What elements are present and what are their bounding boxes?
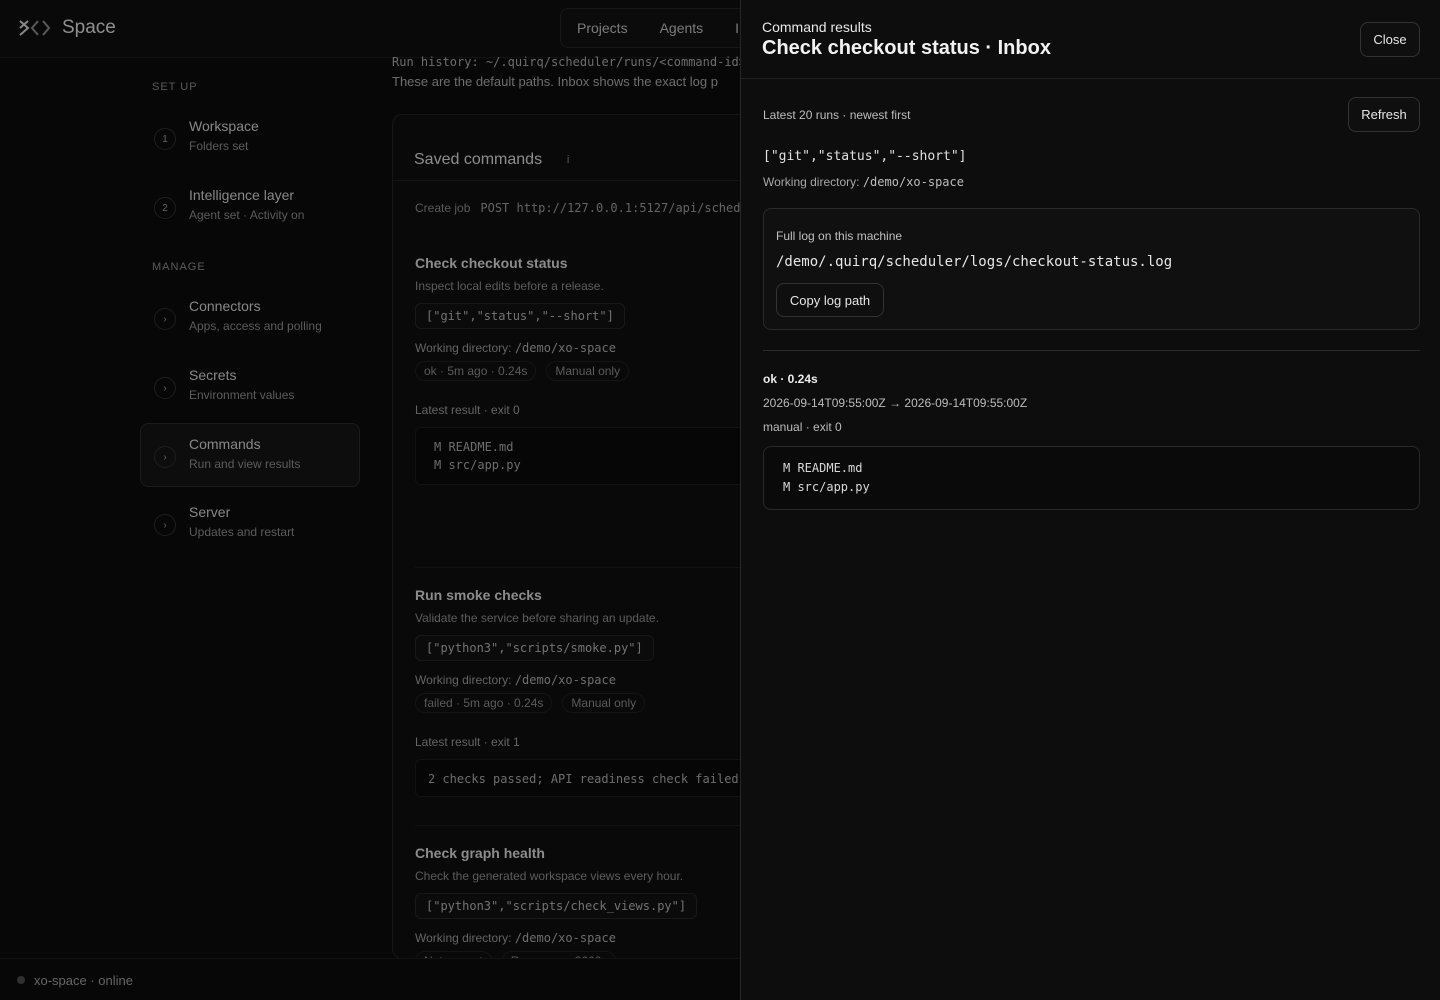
working-directory: Working directory: /demo/xo-space (415, 341, 795, 355)
copy-log-path-button[interactable]: Copy log path (776, 283, 884, 317)
status-chip: failed · 5m ago · 0.24s (415, 693, 553, 713)
status-dot-icon (17, 976, 25, 984)
sidebar-item-intelligence[interactable]: 2 Intelligence layer Agent set · Activit… (140, 174, 360, 238)
command-title: Check graph health (415, 845, 545, 861)
section-label-setup: SET UP (152, 81, 198, 93)
log-label: Full log on this machine (776, 229, 903, 243)
divider (763, 350, 1420, 351)
log-path[interactable]: /demo/.quirq/scheduler/logs/checkout-sta… (776, 254, 1172, 270)
working-directory: Working directory: /demo/xo-space (415, 673, 795, 687)
status-text: xo-space · online (34, 973, 133, 988)
wd-label: Working directory: (763, 175, 860, 189)
sidebar-item-title: Workspace (189, 118, 259, 134)
run-status: ok · 0.24s (763, 372, 818, 386)
chevron-right-icon: › (154, 446, 176, 468)
wd-label: Working directory: (415, 341, 512, 355)
saved-commands-card: Saved commands i Create job POST http://1… (392, 114, 795, 971)
run-time-range: 2026-09-14T09:55:00Z → 2026-09-14T09:55:… (763, 396, 1028, 410)
status-chip: ok · 5m ago · 0.24s (415, 361, 537, 381)
drawer-title: Check checkout status · Inbox (762, 37, 1051, 59)
logo-icon (19, 20, 51, 36)
command-argv: ["git","status","--short"] (415, 303, 625, 329)
latest-result-label: Latest result · exit 1 (415, 735, 520, 749)
working-directory: Working directory: /demo/xo-space (415, 931, 795, 945)
sidebar-item-subtitle: Updates and restart (189, 525, 295, 539)
sidebar-item-server[interactable]: › Server Updates and restart (140, 491, 360, 555)
sidebar-item-title: Commands (189, 436, 261, 452)
chevron-right-icon: › (154, 514, 176, 536)
command-title: Check checkout status (415, 255, 568, 271)
sidebar-item-title: Server (189, 504, 231, 520)
sidebar-item-subtitle: Folders set (189, 139, 249, 153)
command-title: Run smoke checks (415, 587, 542, 603)
command-output: 2 checks passed; API readiness check fai… (415, 759, 795, 797)
command-description: Check the generated workspace views ever… (415, 869, 684, 883)
run-meta: manual · exit 0 (763, 420, 842, 434)
wd-value: /demo/xo-space (862, 175, 964, 189)
run-history-path: Run history: ~/.quirq/scheduler/runs/<co… (392, 55, 761, 69)
schedule-chip: Manual only (562, 693, 646, 713)
top-nav: Projects Agents I (560, 8, 757, 48)
command-argv: ["python3","scripts/smoke.py"] (415, 635, 654, 661)
sidebar-item-subtitle: Agent set · Activity on (189, 208, 305, 222)
drawer-header: Command results Check checkout status · … (741, 0, 1440, 79)
refresh-button[interactable]: Refresh (1348, 97, 1420, 132)
sidebar-item-workspace[interactable]: 1 Workspace Folders set (140, 105, 360, 169)
working-directory: Working directory: /demo/xo-space (763, 175, 964, 189)
sidebar-item-secrets[interactable]: › Secrets Environment values (140, 354, 360, 418)
command-description: Inspect local edits before a release. (415, 279, 604, 293)
divider (415, 825, 775, 826)
run-output: M README.md M src/app.py (763, 446, 1420, 510)
sidebar-item-subtitle: Run and view results (189, 457, 301, 471)
create-job-label: Create job (415, 201, 471, 215)
close-button[interactable]: Close (1360, 22, 1420, 57)
wd-value: /demo/xo-space (514, 341, 616, 355)
command-argv: ["git","status","--short"] (763, 149, 967, 164)
sidebar-item-title: Intelligence layer (189, 187, 295, 203)
command-output: M README.md M src/app.py (415, 427, 795, 485)
nav-agents[interactable]: Agents (660, 20, 704, 36)
chevron-right-icon: › (154, 377, 176, 399)
wd-label: Working directory: (415, 673, 512, 687)
sidebar-item-connectors[interactable]: › Connectors Apps, access and polling (140, 285, 360, 349)
command-argv: ["python3","scripts/check_views.py"] (415, 893, 698, 919)
drawer-eyebrow: Command results (762, 19, 872, 35)
latest-result-label: Latest result · exit 0 (415, 403, 520, 417)
info-icon[interactable]: i (560, 152, 576, 168)
sidebar-item-title: Secrets (189, 367, 237, 383)
command-results-drawer: Command results Check checkout status · … (740, 0, 1440, 1000)
app-name: Space (62, 17, 116, 38)
section-label-manage: MANAGE (152, 261, 206, 273)
sidebar-item-commands[interactable]: › Commands Run and view results (140, 423, 360, 487)
step-badge: 1 (154, 128, 176, 150)
default-paths-note: These are the default paths. Inbox shows… (392, 74, 718, 89)
chevron-right-icon: › (154, 308, 176, 330)
schedule-chip: Manual only (546, 361, 630, 381)
app-logo[interactable]: Space (18, 17, 116, 39)
runs-label: Latest 20 runs · newest first (763, 108, 911, 122)
command-item[interactable]: Check checkout status Inspect local edit… (415, 255, 795, 485)
sidebar-item-subtitle: Apps, access and polling (189, 319, 322, 333)
command-item[interactable]: Check graph health Check the generated w… (415, 845, 795, 971)
log-location-box: Full log on this machine /demo/.quirq/sc… (763, 208, 1420, 330)
create-job-row: Create job POST http://127.0.0.1:5127/api… (415, 201, 740, 215)
step-badge: 2 (154, 197, 176, 219)
create-job-endpoint[interactable]: POST http://127.0.0.1:5127/api/sched (480, 201, 740, 215)
wd-value: /demo/xo-space (514, 931, 616, 945)
command-description: Validate the service before sharing an u… (415, 611, 659, 625)
sidebar-item-title: Connectors (189, 298, 261, 314)
nav-projects[interactable]: Projects (577, 20, 628, 36)
wd-label: Working directory: (415, 931, 512, 945)
command-item[interactable]: Run smoke checks Validate the service be… (415, 587, 795, 797)
divider (415, 567, 775, 568)
sidebar-item-subtitle: Environment values (189, 388, 295, 402)
nav-item-truncated[interactable]: I (735, 20, 739, 36)
wd-value: /demo/xo-space (514, 673, 616, 687)
card-title: Saved commands (414, 150, 543, 168)
